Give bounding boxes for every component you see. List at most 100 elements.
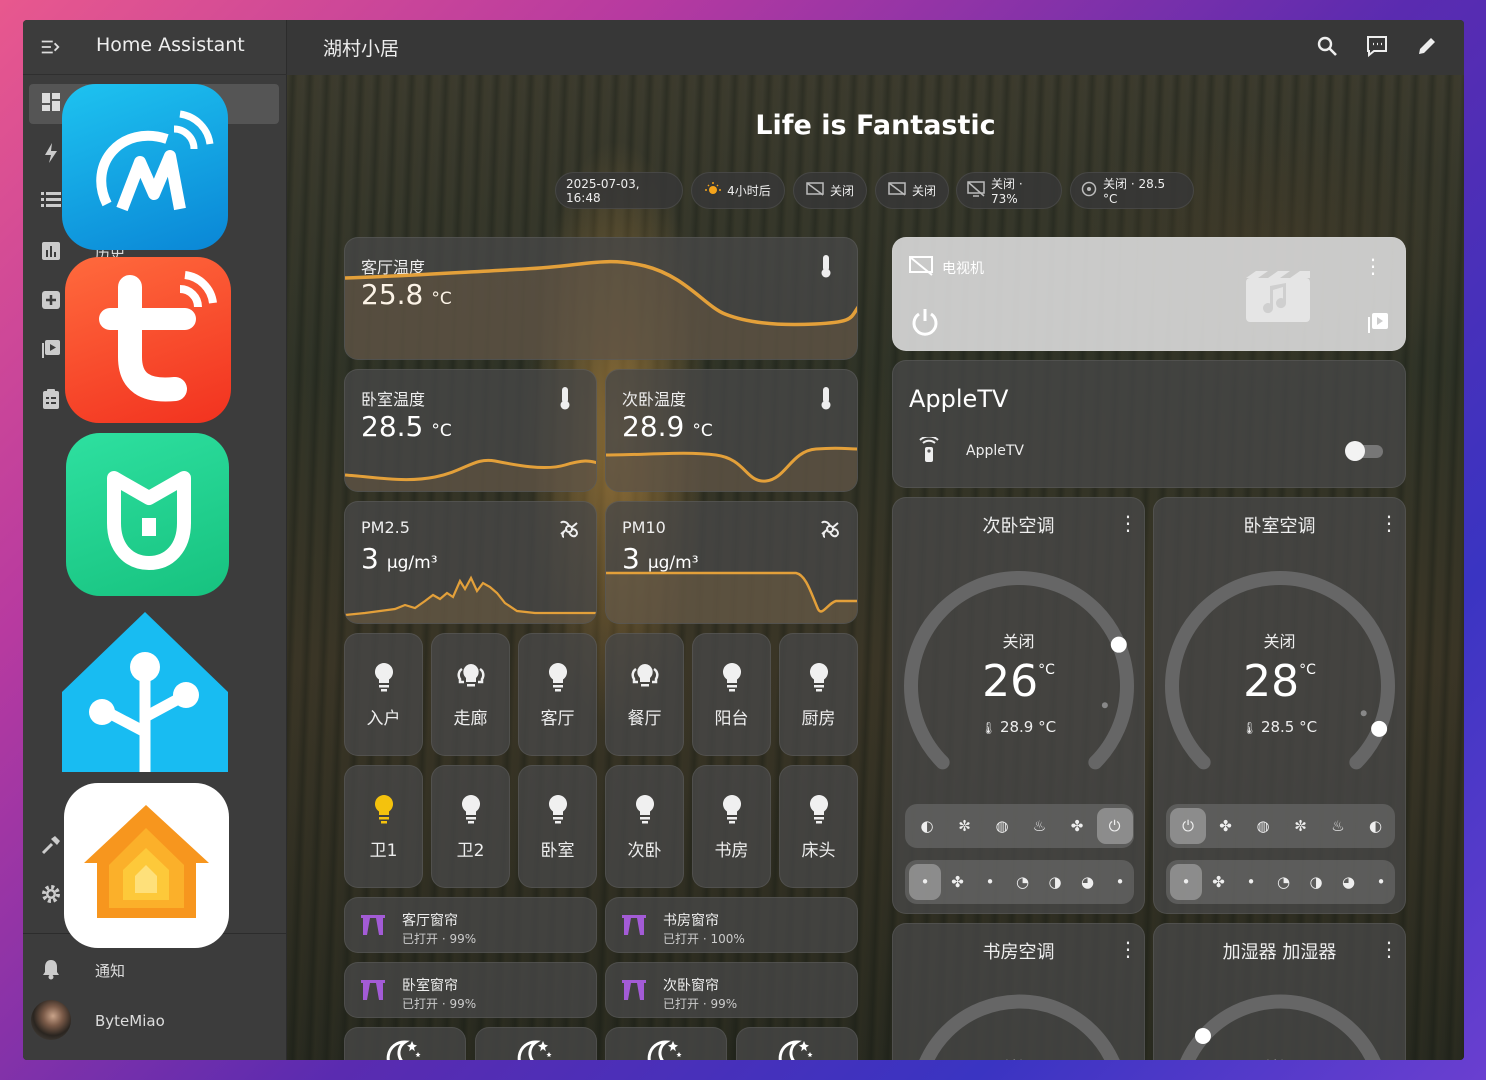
- climate-state: 关闭: [1263, 632, 1296, 651]
- more-options-icon[interactable]: ⋮: [1379, 938, 1399, 960]
- chip-monitor[interactable]: 关闭 · 73%: [956, 172, 1062, 209]
- sensor-card-living-temp[interactable]: 客厅温度 25.8°C: [344, 237, 858, 360]
- dot-icon[interactable]: •: [1235, 864, 1267, 900]
- media-player-card[interactable]: 电视机 ⋮: [892, 237, 1406, 351]
- chip-sun[interactable]: 4小时后: [691, 172, 785, 209]
- curtain-card-living[interactable]: 客厅窗帘 已打开 · 99%: [344, 897, 597, 953]
- edit-pencil-icon[interactable]: [1415, 34, 1441, 60]
- thermometer-icon: 🌡: [980, 721, 1000, 735]
- chip-tv1[interactable]: 关闭: [793, 172, 867, 209]
- light-button-lights_row1-4[interactable]: 阳台: [692, 633, 771, 756]
- history-icon: [37, 241, 65, 265]
- fire-icon[interactable]: ♨: [1022, 808, 1058, 844]
- auto-mode-icon[interactable]: ◐: [909, 808, 945, 844]
- fan-auto-icon[interactable]: ✤: [942, 864, 974, 900]
- play-media-icon[interactable]: [1367, 312, 1389, 338]
- more-options-icon[interactable]: ⋮: [1118, 512, 1138, 534]
- fan-icon[interactable]: ✤: [1208, 808, 1244, 844]
- sensor-graph: [345, 259, 857, 359]
- scene-button-3[interactable]: [736, 1027, 858, 1060]
- sidebar-notifications[interactable]: 通知: [29, 950, 279, 990]
- menu-icon[interactable]: [39, 36, 63, 60]
- light-button-lights_row1-5[interactable]: 厨房: [779, 633, 858, 756]
- light-button-lights_row2-1[interactable]: 卫2: [431, 765, 510, 888]
- tv-off-icon: [806, 182, 824, 199]
- power-icon[interactable]: ⏻: [1170, 808, 1206, 844]
- moon-star-icon: [606, 1036, 726, 1060]
- fan-speed-medium-icon[interactable]: ◑: [1039, 864, 1071, 900]
- dot-icon[interactable]: •: [1104, 864, 1136, 900]
- fan-icon[interactable]: ✤: [1059, 808, 1095, 844]
- chip-datetime[interactable]: 2025-07-03, 16:48: [555, 172, 683, 209]
- sensor-card-pm25[interactable]: PM2.5 3 µg/m³: [344, 501, 597, 624]
- power-icon[interactable]: [909, 306, 941, 342]
- monitor-off-icon: [967, 181, 985, 200]
- sensor-card-pm10[interactable]: PM10 3 µg/m³: [605, 501, 858, 624]
- fan-speed-high-icon[interactable]: ◕: [1072, 864, 1104, 900]
- light-button-lights_row2-2[interactable]: 卧室: [518, 765, 597, 888]
- appletv-toggle[interactable]: [1345, 441, 1383, 461]
- assist-icon[interactable]: [1365, 34, 1391, 60]
- light-button-lights_row2-5[interactable]: 床头: [779, 765, 858, 888]
- scene-button-2[interactable]: [605, 1027, 727, 1060]
- sidebar-user[interactable]: ByteMiao: [29, 1000, 279, 1040]
- power-icon[interactable]: ⏻: [1096, 808, 1133, 844]
- speed-icon[interactable]: ◔: [1007, 864, 1039, 900]
- ac-icon: [1081, 181, 1097, 200]
- light-button-lights_row1-2[interactable]: 客厅: [518, 633, 597, 756]
- dot-icon[interactable]: •: [974, 864, 1006, 900]
- curtain-card-study[interactable]: 书房窗帘 已打开 · 100%: [605, 897, 858, 953]
- auto-mode-icon[interactable]: ◐: [1358, 808, 1394, 844]
- chip-tv2-text: 关闭: [911, 184, 936, 198]
- page-heading: Life is Fantastic: [755, 110, 996, 141]
- more-options-icon[interactable]: ⋮: [1118, 938, 1138, 960]
- light-button-lights_row2-4[interactable]: 书房: [692, 765, 771, 888]
- scene-button-0[interactable]: [344, 1027, 466, 1060]
- light-button-lights_row1-0[interactable]: 入户: [344, 633, 423, 756]
- more-options-icon[interactable]: ⋮: [1379, 512, 1399, 534]
- current-temp-marker: [1360, 710, 1367, 717]
- light-button-lights_row1-3[interactable]: 餐厅: [605, 633, 684, 756]
- water-drop-icon[interactable]: ◍: [1245, 808, 1281, 844]
- fan-speed-high-icon[interactable]: ◕: [1333, 864, 1365, 900]
- dot-icon[interactable]: •: [909, 864, 941, 900]
- water-drop-icon[interactable]: ◍: [984, 808, 1020, 844]
- climate-card-humidifier[interactable]: 加湿器 加湿器 ⋮ 关闭: [1153, 923, 1406, 1060]
- snowflake-icon[interactable]: ✼: [947, 808, 983, 844]
- search-icon[interactable]: [1315, 34, 1341, 60]
- light-label: 厨房: [801, 709, 836, 729]
- light-label: 走廊: [453, 709, 488, 729]
- hvac-mode-bar: ◐ ✼ ◍ ♨ ✤ ⏻: [905, 804, 1134, 848]
- fire-icon[interactable]: ♨: [1320, 808, 1356, 844]
- light-button-lights_row2-3[interactable]: 次卧: [605, 765, 684, 888]
- climate-card-1[interactable]: 卧室空调 ⋮ 关闭 28°C 🌡 28.5 °C ⏻ ✤ ◍ ✼ ♨ ◐ • ✤ • ◔ ◑ ◕ •: [1153, 497, 1406, 914]
- dot-icon[interactable]: •: [1170, 864, 1202, 900]
- dashboard-title: 湖村小居: [323, 38, 400, 60]
- chip-ac[interactable]: 关闭 · 28.5 °C: [1070, 172, 1194, 209]
- bulb-icon: [432, 794, 509, 828]
- lamps-icon: [432, 662, 509, 694]
- snowflake-icon[interactable]: ✼: [1283, 808, 1319, 844]
- chip-tv2[interactable]: 关闭: [875, 172, 949, 209]
- dot-icon[interactable]: •: [1365, 864, 1397, 900]
- chip-datetime-text: 2025-07-03, 16:48: [566, 176, 640, 205]
- speed-icon[interactable]: ◔: [1268, 864, 1300, 900]
- climate-card-0[interactable]: 次卧空调 ⋮ 关闭 26°C 🌡 28.9 °C ◐ ✼ ◍ ♨ ✤ ⏻ • ✤ • ◔ ◑ ◕ •: [892, 497, 1145, 914]
- tv-off-icon: [909, 256, 933, 280]
- air-filter-icon: [558, 518, 580, 542]
- curtain-card-bedroom[interactable]: 卧室窗帘 已打开 · 99%: [344, 962, 597, 1018]
- scene-button-1[interactable]: [475, 1027, 597, 1060]
- moon-star-icon: [737, 1036, 857, 1060]
- curtain-card-second-bedroom[interactable]: 次卧窗帘 已打开 · 99%: [605, 962, 858, 1018]
- climate-current: 🌡 28.5 °C: [1241, 718, 1318, 736]
- sensor-card-bedroom-temp[interactable]: 卧室温度 28.5 °C: [344, 369, 597, 492]
- sensor-card-second-bedroom-temp[interactable]: 次卧温度 28.9 °C: [605, 369, 858, 492]
- light-button-lights_row2-0[interactable]: 卫1: [344, 765, 423, 888]
- fan-speed-medium-icon[interactable]: ◑: [1300, 864, 1332, 900]
- more-options-icon[interactable]: ⋮: [1363, 254, 1383, 278]
- bulb-icon: [780, 662, 857, 696]
- climate-state: 关闭: [1154, 1054, 1405, 1060]
- light-button-lights_row1-1[interactable]: 走廊: [431, 633, 510, 756]
- climate-card-study[interactable]: 书房空调 ⋮ 关闭: [892, 923, 1145, 1060]
- fan-auto-icon[interactable]: ✤: [1203, 864, 1235, 900]
